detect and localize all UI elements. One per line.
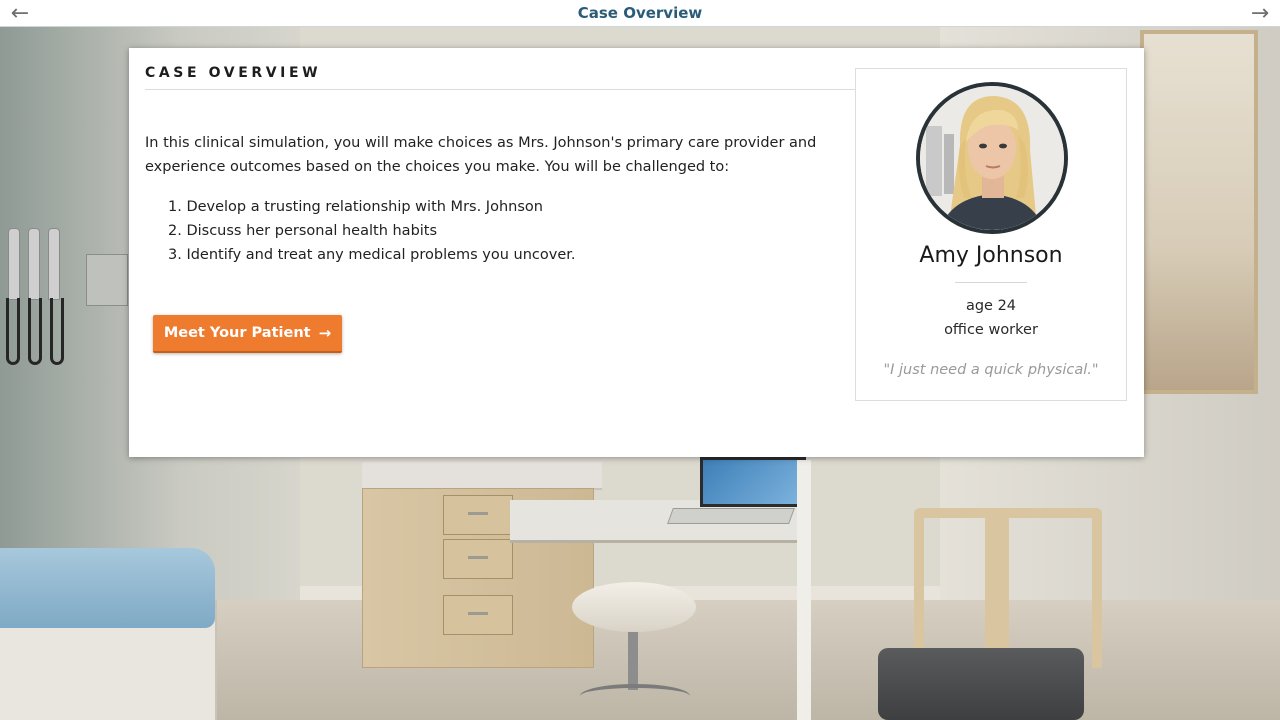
intro-paragraph: In this clinical simulation, you will ma… (145, 135, 817, 175)
button-label: Meet Your Patient (163, 325, 311, 341)
app-stage: ← Case Overview → CASE OVERVIEW In this … (0, 0, 1280, 720)
patient-age: age 24 (965, 298, 1017, 314)
list-item: 1. Develop a trusting relationship with … (168, 199, 543, 215)
arrow-right-icon[interactable]: → (1242, 0, 1278, 26)
card-heading: CASE OVERVIEW (145, 65, 322, 81)
cabinet-drawer (443, 495, 513, 535)
chair-slat (985, 518, 1009, 658)
arrow-right-icon: → (318, 324, 332, 342)
case-overview-card: CASE OVERVIEW In this clinical simulatio… (129, 48, 1144, 457)
chair-seat (878, 648, 1084, 720)
wall-dispenser (86, 254, 128, 306)
cabinet-drawer (443, 595, 513, 635)
goals-list: 1. Develop a trusting relationship with … (145, 195, 845, 267)
patient-avatar (916, 82, 1068, 234)
arrow-left-icon[interactable]: ← (2, 0, 38, 26)
otoscope-cord (6, 298, 20, 365)
cabinet-drawer (443, 539, 513, 579)
otoscope-cord (28, 298, 42, 365)
keyboard (667, 508, 795, 524)
wall-painting (1140, 30, 1258, 394)
list-item: 2. Discuss her personal health habits (168, 223, 438, 239)
patient-photo (920, 86, 1064, 230)
doorway (797, 460, 811, 720)
heading-divider (145, 89, 855, 90)
list-item: 3. Identify and treat any medical proble… (168, 247, 576, 263)
computer-monitor (700, 457, 806, 507)
wall-otoscopes (4, 228, 70, 368)
patient-occupation: office worker (944, 322, 1038, 338)
patient-quote: "I just need a quick physical." (883, 362, 1099, 378)
exam-table (0, 548, 215, 628)
sink-counter (362, 462, 602, 490)
stool-seat (572, 582, 696, 632)
patient-profile-card: Amy Johnson age 24 office worker "I just… (855, 68, 1127, 401)
page-title: Case Overview (577, 4, 703, 22)
otoscope (48, 228, 60, 300)
otoscope-cord (50, 298, 64, 365)
name-divider (955, 282, 1027, 283)
stool-post (628, 630, 638, 690)
otoscope (28, 228, 40, 300)
otoscope (8, 228, 20, 300)
patient-name: Amy Johnson (919, 243, 1063, 268)
meet-your-patient-button[interactable]: Meet Your Patient → (153, 315, 342, 353)
stool-base (580, 684, 690, 708)
top-bar: ← Case Overview → (0, 0, 1280, 27)
